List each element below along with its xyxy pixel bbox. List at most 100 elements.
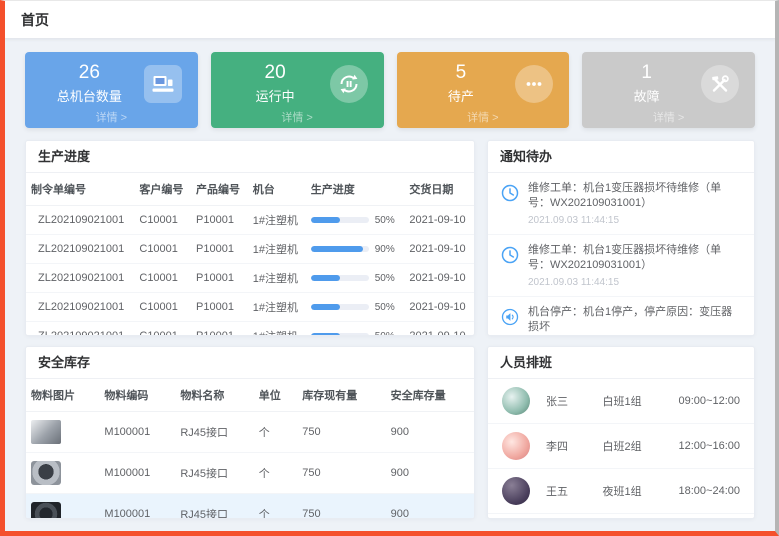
stat-card-fault[interactable]: 1 故障 详情 > bbox=[582, 52, 755, 128]
progress-bar bbox=[311, 333, 369, 336]
schedule-row: 王五 夜班1组 18:00~24:00 bbox=[488, 469, 754, 514]
cell-delivery-date: 2021-09-10 bbox=[404, 264, 474, 293]
fault-icon bbox=[701, 65, 739, 103]
progress-bar-fill bbox=[311, 246, 363, 252]
cell-product-no: P10001 bbox=[191, 206, 248, 235]
cell-progress: 90% bbox=[306, 235, 405, 264]
notification-icon bbox=[500, 245, 520, 265]
notification-text: 维修工单：机台1变压器损坏待维修（单号：WX202109031001） bbox=[528, 181, 742, 212]
material-photo bbox=[31, 461, 61, 485]
cell-order-no: ZL202109021001 bbox=[26, 293, 134, 322]
notifications-panel: 通知待办 bbox=[487, 140, 755, 336]
cell-material-code: M100001 bbox=[99, 412, 175, 453]
cell-machine: 1#注塑机 bbox=[248, 264, 306, 293]
cell-material-image bbox=[26, 453, 99, 494]
schedule-row: 李四 白班2组 12:00~16:00 bbox=[488, 424, 754, 469]
table-row: M100001 RJ45接口 个 750 900 bbox=[26, 453, 474, 494]
cell-progress: 50% bbox=[306, 293, 405, 322]
cell-safety-qty: 900 bbox=[386, 412, 474, 453]
detail-link[interactable]: 详情 > bbox=[582, 109, 755, 125]
table-row: ZL202109021001 C10001 P10001 1#注塑机 50% bbox=[26, 264, 474, 293]
main-grid: 生产进度 制令单编号客户编号产品编号机台生产进度交货日期 ZL202109021… bbox=[5, 128, 775, 519]
notification-text: 机台停产：机台1停产，停产原因：变压器损坏 bbox=[528, 305, 742, 336]
cell-order-no: ZL202109021001 bbox=[26, 322, 134, 337]
person-name: 李四 bbox=[546, 438, 603, 454]
avatar bbox=[502, 432, 530, 460]
production-progress-panel: 生产进度 制令单编号客户编号产品编号机台生产进度交货日期 ZL202109021… bbox=[25, 140, 475, 336]
cell-product-no: P10001 bbox=[191, 293, 248, 322]
cell-product-no: P10001 bbox=[191, 235, 248, 264]
cell-customer-no: C10001 bbox=[134, 322, 191, 337]
panel-title: 生产进度 bbox=[26, 141, 474, 173]
stat-card-running[interactable]: 20 运行中 详情 > bbox=[211, 52, 384, 128]
page-header: 首页 bbox=[5, 1, 775, 39]
cell-delivery-date: 2021-09-10 bbox=[404, 322, 474, 337]
cell-material-name: RJ45接口 bbox=[175, 494, 253, 520]
stat-card-total-machines[interactable]: 26 总机台数量 详情 > bbox=[25, 52, 198, 128]
stat-value: 5 bbox=[407, 62, 516, 83]
stat-card-main: 5 待产 bbox=[407, 62, 560, 105]
progress-bar-fill bbox=[311, 217, 340, 223]
progress-bar bbox=[311, 275, 369, 281]
cell-material-name: RJ45接口 bbox=[175, 453, 253, 494]
detail-link[interactable]: 详情 > bbox=[397, 109, 570, 125]
shift-time: 18:00~24:00 bbox=[679, 485, 740, 497]
stat-label: 故障 bbox=[592, 86, 701, 105]
notification-text: 维修工单：机台1变压器损坏待维修（单号：WX202109031001） bbox=[528, 243, 742, 274]
column-header: 安全库存量 bbox=[386, 379, 474, 412]
stat-card-texts: 1 故障 bbox=[592, 62, 701, 105]
stat-card-texts: 20 运行中 bbox=[221, 62, 330, 105]
cell-material-image bbox=[26, 412, 99, 453]
cell-progress: 50% bbox=[306, 322, 405, 337]
table-header-row: 制令单编号客户编号产品编号机台生产进度交货日期 bbox=[26, 173, 474, 206]
shift-time: 09:00~12:00 bbox=[679, 395, 740, 407]
pending-icon bbox=[515, 65, 553, 103]
detail-link[interactable]: 详情 > bbox=[211, 109, 384, 125]
safety-stock-panel: 安全库存 物料图片物料编码物料名称单位库存现有量安全库存量 M100001 bbox=[25, 346, 475, 519]
table-row: ZL202109021001 C10001 P10001 1#注塑机 50% bbox=[26, 206, 474, 235]
cell-product-no: P10001 bbox=[191, 264, 248, 293]
cell-material-code: M100001 bbox=[99, 453, 175, 494]
cell-product-no: P10001 bbox=[191, 322, 248, 337]
column-header: 物料名称 bbox=[175, 379, 253, 412]
stat-label: 总机台数量 bbox=[35, 86, 144, 105]
avatar bbox=[502, 387, 530, 415]
stat-label: 运行中 bbox=[221, 86, 330, 105]
column-header: 单位 bbox=[254, 379, 298, 412]
column-header: 客户编号 bbox=[134, 173, 191, 206]
cell-delivery-date: 2021-09-10 bbox=[404, 206, 474, 235]
notification-item[interactable]: 维修工单：机台1变压器损坏待维修（单号：WX202109031001） 2021… bbox=[488, 173, 754, 235]
cell-customer-no: C10001 bbox=[134, 235, 191, 264]
column-header: 生产进度 bbox=[306, 173, 405, 206]
stat-card-pending[interactable]: 5 待产 详情 > bbox=[397, 52, 570, 128]
stat-value: 1 bbox=[592, 62, 701, 83]
progress-bar bbox=[311, 246, 369, 252]
stat-card-main: 20 运行中 bbox=[221, 62, 374, 105]
notification-item[interactable]: 维修工单：机台1变压器损坏待维修（单号：WX202109031001） 2021… bbox=[488, 235, 754, 297]
cell-customer-no: C10001 bbox=[134, 293, 191, 322]
cell-delivery-date: 2021-09-10 bbox=[404, 235, 474, 264]
cell-stock-qty: 750 bbox=[297, 494, 385, 520]
cell-safety-qty: 900 bbox=[386, 494, 474, 520]
notification-list: 维修工单：机台1变压器损坏待维修（单号：WX202109031001） 2021… bbox=[488, 173, 754, 336]
stat-value: 20 bbox=[221, 62, 330, 83]
shift-time: 12:00~16:00 bbox=[679, 440, 740, 452]
progress-percent: 50% bbox=[375, 331, 395, 337]
detail-link[interactable]: 详情 > bbox=[25, 109, 198, 125]
table-row: M100001 RJ45接口 个 750 900 bbox=[26, 412, 474, 453]
progress-percent: 50% bbox=[375, 215, 395, 226]
cell-delivery-date: 2021-09-10 bbox=[404, 293, 474, 322]
cell-stock-qty: 750 bbox=[297, 412, 385, 453]
inventory-table: 物料图片物料编码物料名称单位库存现有量安全库存量 M100001 RJ45接口 … bbox=[26, 379, 474, 519]
notification-body: 维修工单：机台1变压器损坏待维修（单号：WX202109031001） 2021… bbox=[528, 243, 742, 288]
cell-unit: 个 bbox=[254, 494, 298, 520]
dashboard-screen: 首页 26 总机台数量 详情 > bbox=[0, 0, 779, 536]
notification-time: 2021.09.03 11:44:15 bbox=[528, 215, 742, 226]
stat-card-main: 1 故障 bbox=[592, 62, 745, 105]
cell-machine: 1#注塑机 bbox=[248, 293, 306, 322]
stat-label: 待产 bbox=[407, 86, 516, 105]
progress-bar bbox=[311, 304, 369, 310]
avatar bbox=[502, 477, 530, 505]
column-header: 交货日期 bbox=[404, 173, 474, 206]
notification-item[interactable]: 机台停产：机台1停产，停产原因：变压器损坏 2021.09.03 11:44:1… bbox=[488, 297, 754, 336]
